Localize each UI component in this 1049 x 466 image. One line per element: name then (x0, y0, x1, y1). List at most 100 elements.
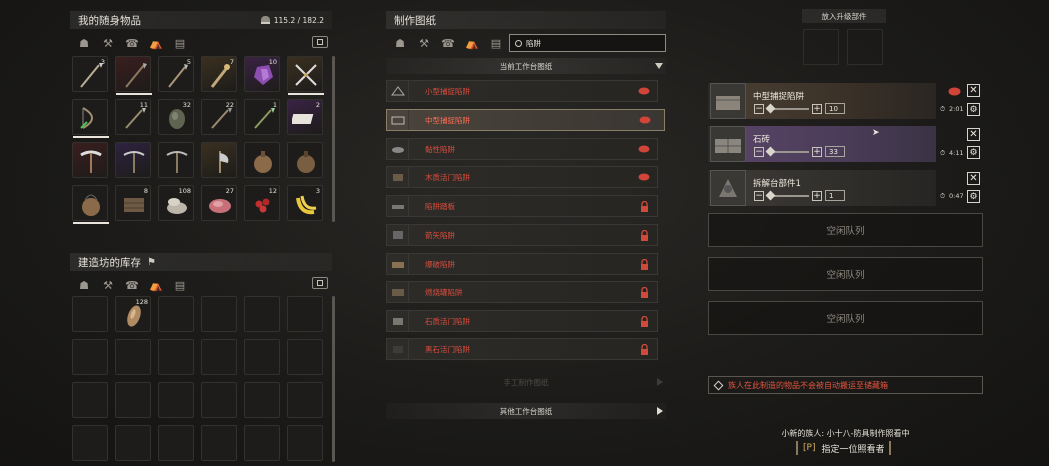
upgrade-slot[interactable] (847, 29, 883, 65)
quantity-slider[interactable] (765, 146, 809, 156)
inventory-slot[interactable]: 5 (158, 56, 194, 92)
craft-queue-item[interactable]: 石砖 − + 33 (708, 126, 936, 162)
filter-tools-icon[interactable]: ⚒ (100, 37, 116, 50)
recipe-item[interactable]: 燃烧罐陷阱 (386, 281, 658, 303)
inventory-slot[interactable]: 1 (244, 99, 280, 135)
recipe-search-box[interactable]: 陷阱 (509, 34, 666, 52)
storage-slot[interactable] (115, 425, 151, 461)
inventory-slot[interactable] (115, 56, 152, 95)
storage-slot[interactable] (287, 425, 323, 461)
filter-armor-icon[interactable]: ☎ (124, 279, 140, 292)
storage-slot[interactable] (158, 296, 194, 332)
idle-queue-slot[interactable]: 空闲队列 (708, 213, 983, 247)
assign-caretaker-button[interactable]: [P] 指定一位照看者 (796, 441, 892, 455)
remove-button[interactable]: ✕ (967, 172, 980, 185)
recipe-item[interactable]: 箭矢陷阱 (386, 224, 658, 246)
quantity-input[interactable]: 10 (825, 103, 845, 114)
storage-slot[interactable] (72, 339, 108, 375)
storage-slot[interactable] (244, 425, 280, 461)
inventory-slot[interactable]: 108 (158, 185, 194, 221)
storage-slot[interactable] (201, 425, 237, 461)
remove-button[interactable]: ✕ (967, 84, 980, 97)
filter-materials-icon[interactable]: ☗ (76, 279, 92, 292)
inventory-slot[interactable]: 8 (115, 185, 151, 221)
inventory-slot[interactable] (287, 56, 324, 95)
gear-icon[interactable]: ⚙ (967, 190, 980, 203)
storage-slot[interactable] (201, 296, 237, 332)
storage-slot[interactable] (201, 339, 237, 375)
filter-tools-icon[interactable]: ⚒ (100, 279, 116, 292)
storage-slot[interactable] (115, 339, 151, 375)
gear-icon[interactable]: ⚙ (967, 146, 980, 159)
storage-slot[interactable] (72, 425, 108, 461)
inventory-slot[interactable] (72, 99, 109, 138)
storage-slot[interactable] (72, 382, 108, 418)
increase-button[interactable]: + (812, 190, 822, 201)
increase-button[interactable]: + (812, 103, 822, 114)
recipe-item[interactable]: 陷阱踏板 (386, 195, 658, 217)
inventory-scrollbar[interactable] (332, 56, 335, 222)
storage-scrollbar[interactable] (332, 296, 335, 462)
inventory-slot[interactable]: 32 (158, 99, 194, 135)
storage-slot[interactable] (158, 425, 194, 461)
storage-sort-icon[interactable] (312, 277, 328, 289)
inventory-slot[interactable] (201, 142, 237, 178)
recipe-item[interactable]: 木质活门陷阱 (386, 166, 658, 188)
filter-building-icon[interactable]: ⛺ (148, 37, 164, 50)
filter-materials-icon[interactable]: ☗ (76, 37, 92, 50)
filter-misc-icon[interactable]: ▤ (172, 279, 188, 292)
inventory-slot[interactable]: 10 (244, 56, 280, 92)
storage-slot[interactable] (244, 382, 280, 418)
idle-queue-slot[interactable]: 空闲队列 (708, 257, 983, 291)
decrease-button[interactable]: − (754, 190, 764, 201)
storage-slot[interactable] (201, 382, 237, 418)
filter-tools-icon[interactable]: ⚒ (416, 37, 432, 50)
inventory-slot[interactable]: 22 (201, 99, 237, 135)
inventory-slot[interactable]: 27 (201, 185, 237, 221)
inventory-slot[interactable]: 2 (287, 99, 323, 135)
quantity-input[interactable]: 33 (825, 146, 845, 157)
quantity-slider[interactable] (765, 190, 809, 200)
recipe-item[interactable]: 黑石活门陷阱 (386, 338, 658, 360)
manual-recipes-section[interactable]: 手工制作图纸 (386, 374, 666, 390)
inventory-slot[interactable] (287, 142, 323, 178)
storage-slot[interactable] (287, 296, 323, 332)
recipe-item-selected[interactable]: 中型捕捉陷阱 (386, 109, 665, 131)
recipe-item[interactable]: 小型捕捉陷阱 (386, 80, 658, 102)
storage-slot[interactable] (287, 339, 323, 375)
inventory-slot[interactable]: 11 (115, 99, 151, 135)
remove-button[interactable]: ✕ (967, 128, 980, 141)
upgrade-slot[interactable] (803, 29, 839, 65)
filter-armor-icon[interactable]: ☎ (440, 37, 456, 50)
recipe-item[interactable]: 黏性陷阱 (386, 138, 658, 160)
inventory-slot[interactable] (115, 142, 151, 178)
recipe-item[interactable]: 爆破陷阱 (386, 253, 658, 275)
storage-slot[interactable] (244, 296, 280, 332)
craft-queue-item[interactable]: 拆解台部件1 − + 1 (708, 170, 936, 206)
filter-armor-icon[interactable]: ☎ (124, 37, 140, 50)
storage-slot[interactable] (158, 382, 194, 418)
decrease-button[interactable]: − (754, 103, 764, 114)
quantity-input[interactable]: 1 (825, 190, 845, 201)
quantity-slider[interactable] (765, 103, 809, 113)
inventory-slot[interactable]: 3 (72, 56, 108, 92)
inventory-slot[interactable]: 12 (244, 185, 280, 221)
inventory-slot[interactable] (244, 142, 280, 178)
inventory-slot[interactable] (158, 142, 194, 178)
filter-misc-icon[interactable]: ▤ (488, 37, 504, 50)
inventory-slot[interactable] (72, 185, 109, 224)
inventory-slot[interactable]: 7 (201, 56, 237, 92)
inventory-slot[interactable]: 3 (287, 185, 323, 221)
idle-queue-slot[interactable]: 空闲队列 (708, 301, 983, 335)
station-recipes-section[interactable]: 当前工作台图纸 (386, 58, 666, 74)
filter-building-icon[interactable]: ⛺ (148, 279, 164, 292)
filter-building-icon[interactable]: ⛺ (464, 37, 480, 50)
inventory-sort-icon[interactable] (312, 36, 328, 48)
storage-slot[interactable] (287, 382, 323, 418)
recipe-item[interactable]: 石质活门陷阱 (386, 310, 658, 332)
storage-slot[interactable]: 128 (115, 296, 151, 332)
filter-materials-icon[interactable]: ☗ (392, 37, 408, 50)
storage-slot[interactable] (72, 296, 108, 332)
storage-slot[interactable] (158, 339, 194, 375)
search-input[interactable]: 陷阱 (526, 38, 541, 49)
